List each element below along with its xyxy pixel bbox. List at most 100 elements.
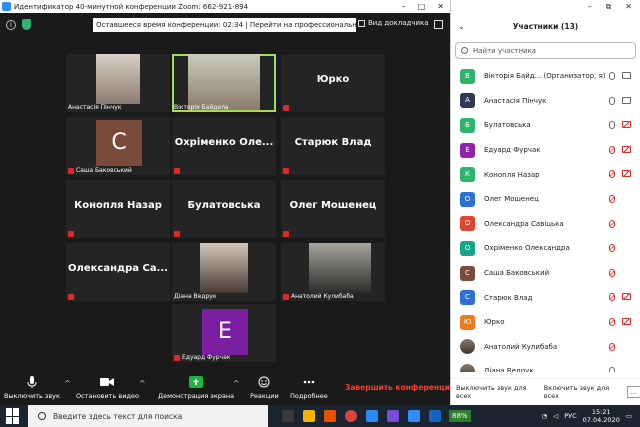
share-screen-button[interactable]: Демонстрация экрана <box>158 376 234 400</box>
video-tile[interactable]: С Саша Баковський <box>66 117 170 175</box>
video-camera-icon[interactable] <box>622 72 631 79</box>
mute-all-button[interactable]: Выключить звук для всех <box>456 384 536 400</box>
taskbar-search-input[interactable]: Введите здесь текст для поиска <box>28 405 268 427</box>
viber-icon[interactable] <box>387 410 399 422</box>
participant-row[interactable]: В Вікторія Байд... (Организатор, я) <box>451 64 640 89</box>
mic-muted-icon[interactable] <box>609 170 615 179</box>
participant-row[interactable]: О Олександра Савіцька <box>451 212 640 237</box>
clock[interactable]: 15:21 07.04.2020 <box>583 408 620 424</box>
zoom-taskbar-icon[interactable] <box>366 410 378 422</box>
network-icon[interactable]: ◔ <box>542 412 548 420</box>
video-off-icon[interactable] <box>622 145 631 153</box>
mic-muted-icon[interactable] <box>609 145 615 154</box>
microphone-icon[interactable] <box>609 121 615 130</box>
participant-row[interactable]: С Саша Баковський <box>451 261 640 286</box>
reactions-button[interactable]: Реакции <box>250 376 279 400</box>
task-view-icon[interactable] <box>282 410 294 422</box>
word-icon[interactable] <box>429 410 441 422</box>
time-remaining-banner[interactable]: Оставшееся время конференции: 02:34 | Пе… <box>93 18 356 32</box>
participant-video <box>200 243 248 293</box>
share-options-caret-icon[interactable]: ^ <box>233 379 240 388</box>
speaker-view-button[interactable]: Вид докладчика <box>358 19 429 27</box>
participant-status-icons <box>609 72 631 80</box>
tile-label <box>68 231 74 237</box>
participant-status-icons <box>609 145 631 154</box>
mic-muted-icon[interactable] <box>609 342 615 351</box>
participant-name: Конопля Назар <box>484 170 540 179</box>
window-controls: – □ ✕ <box>402 2 450 11</box>
participant-row[interactable]: Анатолий Кулибаба <box>451 335 640 360</box>
mute-button[interactable]: Выключить звук <box>4 376 60 400</box>
video-options-caret-icon[interactable]: ^ <box>139 379 146 388</box>
stop-video-button[interactable]: Остановить видео <box>76 376 139 400</box>
audio-options-caret-icon[interactable]: ^ <box>64 379 71 388</box>
participant-row[interactable]: А Анастасія Пінчук <box>451 89 640 114</box>
participant-row[interactable]: К Конопля Назар <box>451 162 640 187</box>
video-off-icon[interactable] <box>622 170 631 178</box>
more-options-button[interactable]: ... <box>626 386 640 398</box>
language-indicator[interactable]: РУС <box>564 412 576 420</box>
end-meeting-button[interactable]: Завершить конференцию <box>345 383 457 392</box>
mic-muted-icon <box>68 231 74 237</box>
mic-muted-icon[interactable] <box>609 317 615 326</box>
unmute-all-button[interactable]: Включить звук для всех <box>544 384 619 400</box>
video-tile[interactable]: Юрко <box>281 54 385 112</box>
video-tile[interactable]: Охріменко Оле... <box>172 117 276 175</box>
video-tile[interactable]: Діана Ведрук <box>172 243 276 301</box>
notifications-icon[interactable]: ▭ <box>626 412 632 420</box>
mic-muted-icon[interactable] <box>609 268 615 277</box>
participant-row[interactable]: О Охріменко Олександра <box>451 236 640 261</box>
video-tile[interactable]: Старюк Влад <box>281 117 385 175</box>
mic-muted-icon[interactable] <box>609 293 615 302</box>
zoom-active-icon[interactable] <box>408 410 420 422</box>
participant-search-input[interactable]: Найти участника <box>455 42 636 59</box>
restore-icon[interactable]: ⧉ <box>606 2 612 12</box>
minimize-icon[interactable]: – <box>402 2 406 11</box>
more-button[interactable]: Подробнее <box>290 376 328 400</box>
microphone-icon[interactable] <box>609 72 615 80</box>
panel-header: – ⧉ ✕ ⌄ Участники (13) <box>451 0 640 42</box>
mic-muted-icon[interactable] <box>609 244 615 253</box>
fullscreen-icon[interactable] <box>434 20 443 29</box>
minimize-icon[interactable]: – <box>588 2 592 12</box>
close-icon[interactable]: ✕ <box>437 2 444 11</box>
video-off-icon[interactable] <box>622 317 631 325</box>
maximize-icon[interactable]: □ <box>418 2 426 11</box>
file-explorer-icon[interactable] <box>303 410 315 422</box>
video-tile-active-speaker[interactable]: Вікторія Байдала <box>172 54 276 112</box>
participant-row[interactable]: Ю Юрко <box>451 310 640 335</box>
chrome-icon[interactable] <box>345 410 357 422</box>
participant-status-icons <box>609 293 631 302</box>
smiley-icon <box>258 376 270 388</box>
video-camera-icon[interactable] <box>622 96 631 104</box>
video-off-icon[interactable] <box>622 293 631 301</box>
volume-icon[interactable]: ◁ <box>553 412 558 420</box>
mic-muted-icon[interactable] <box>609 194 615 203</box>
battery-indicator[interactable]: 88% <box>449 410 471 422</box>
windows-start-icon[interactable] <box>6 408 22 424</box>
close-icon[interactable]: ✕ <box>625 2 632 12</box>
microphone-icon[interactable] <box>609 96 615 105</box>
tile-label: Едуард Фурчак <box>174 354 230 361</box>
participant-row[interactable]: О Олег Мошенец <box>451 187 640 212</box>
tile-label: Вікторія Байдала <box>174 104 229 111</box>
video-tile[interactable]: Конопля Назар <box>66 180 170 238</box>
participant-row[interactable]: Б Булатовська <box>451 113 640 138</box>
video-tile[interactable]: Олександра Са... <box>66 243 170 301</box>
info-icon[interactable]: i <box>6 20 16 30</box>
video-tile[interactable]: Е Едуард Фурчак <box>172 304 276 362</box>
video-tile[interactable]: Булатовська <box>172 180 276 238</box>
mic-muted-icon[interactable] <box>609 219 615 228</box>
video-off-icon[interactable] <box>622 121 631 129</box>
participant-row[interactable]: Діана Ведрук <box>451 359 640 372</box>
video-tile[interactable]: Олег Мошенец <box>281 180 385 238</box>
microphone-icon[interactable] <box>609 367 615 372</box>
avatar: С <box>96 120 142 166</box>
participant-row[interactable]: Е Едуард Фурчак <box>451 138 640 163</box>
video-tile[interactable]: Анастасія Пінчук <box>66 54 170 112</box>
tile-name: Олександра Са... <box>68 263 168 274</box>
security-shield-icon[interactable] <box>22 19 31 30</box>
video-tile[interactable]: Анатолий Кулибаба <box>281 243 385 301</box>
participant-row[interactable]: С Старюк Влад <box>451 285 640 310</box>
media-player-icon[interactable] <box>324 410 336 422</box>
